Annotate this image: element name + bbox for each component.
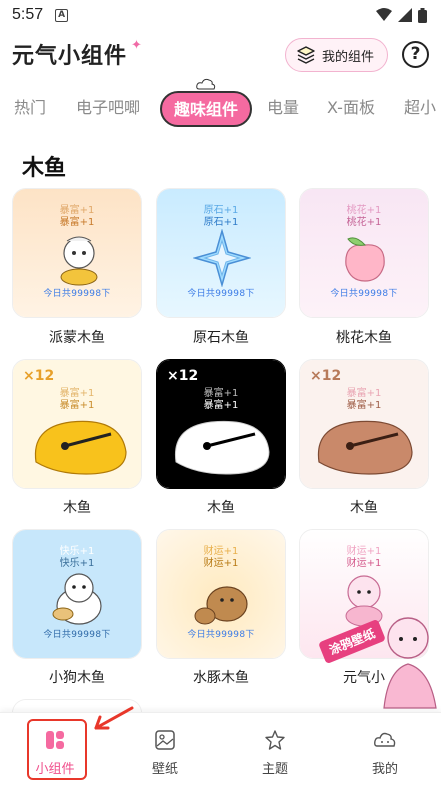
card-label: 桃花木鱼 [336,330,392,346]
section-title: 木鱼 [22,156,67,181]
count-text: 今日共99998下 [43,289,111,299]
sparkle-icon: ✦ [131,38,142,53]
tab-battery[interactable]: 电量 [267,88,299,128]
paimon-character-icon [60,236,98,286]
tab-fun-widgets[interactable]: 趣味组件 [160,91,253,127]
widget-card-paimon[interactable]: 暴富+1 暴富+1 今日共99998下 [12,188,142,318]
plus-text: 快乐+1 [59,558,95,569]
battery-icon [418,7,427,23]
plus-text: 财运+1 [203,558,239,569]
widget-card-fish-yellow[interactable]: ×12 暴富+1 暴富+1 [12,359,142,489]
plus-text: 财运+1 [346,558,382,569]
multiplier-text: ×12 [310,368,342,384]
theme-icon [265,730,285,750]
plus-text: 暴富+1 [59,400,95,411]
count-text: 今日共99998下 [187,630,255,640]
category-tabs: 热门 电子吧唧 趣味组件 电量 X-面板 超小 [0,88,441,130]
wooden-fish-icon [174,420,270,475]
card-label: 水豚木鱼 [193,670,249,686]
highlight-box [27,719,87,780]
nav-label: 我的 [371,762,398,777]
wooden-fish-icon [317,420,413,475]
status-time: 5:57 [12,6,44,23]
wallpaper-icon [155,730,175,750]
cloud-icon [196,78,216,90]
app-title: 元气小组件 [12,44,128,69]
red-arrow-icon [94,706,134,730]
my-widgets-label: 我的组件 [322,49,375,65]
notification-icon: A [55,8,69,22]
card-label: 派蒙木鱼 [49,330,105,346]
nav-theme[interactable]: 主题 [220,713,330,785]
help-button[interactable]: ? [402,41,429,68]
widget-card-primogem[interactable]: 原石+1 原石+1 今日共99998下 [156,188,286,318]
status-icons [376,7,427,23]
tab-hot[interactable]: 热门 [14,88,46,128]
multiplier-text: ×12 [167,368,199,384]
count-text: 今日共99998下 [187,289,255,299]
widget-card-fish-black[interactable]: ×12 暴富+1 暴富+1 [156,359,286,489]
my-widgets-button[interactable]: 我的组件 [285,38,388,72]
tab-electronic-badge[interactable]: 电子吧唧 [76,88,140,128]
card-label: 原石木鱼 [193,330,249,346]
wifi-icon [376,8,392,21]
tab-x-panel[interactable]: X-面板 [327,88,375,128]
multiplier-text: ×12 [23,368,55,384]
plus-text: 原石+1 [203,217,239,228]
nav-label: 主题 [261,762,288,777]
card-label: 木鱼 [63,500,91,516]
profile-icon [374,732,396,747]
peach-icon [345,237,385,282]
card-label: 木鱼 [350,500,378,516]
plus-text: 桃花+1 [346,217,382,228]
signal-icon [398,8,412,22]
card-label: 小狗木鱼 [49,670,105,686]
primogem-icon [193,229,251,287]
plus-text: 暴富+1 [59,217,95,228]
widget-card-capybara[interactable]: 财运+1 财运+1 今日共99998下 [156,529,286,659]
card-label: 木鱼 [207,500,235,516]
layers-icon [297,46,315,64]
count-text: 今日共99998下 [330,289,398,299]
plus-text: 暴富+1 [346,400,382,411]
wooden-fish-icon [34,420,127,475]
widget-card-fish-brown[interactable]: ×12 暴富+1 暴富+1 [299,359,429,489]
nav-profile[interactable]: 我的 [330,713,440,785]
tab-super-small[interactable]: 超小 [404,88,436,128]
widget-card-peach[interactable]: 桃花+1 桃花+1 今日共99998下 [299,188,429,318]
puppy-icon [52,573,102,625]
count-text: 今日共99998下 [43,630,111,640]
capybara-icon [194,586,248,625]
app-header: 元气小组件 ✦ 我的组件 ? [0,30,441,82]
nav-label: 壁纸 [151,762,178,777]
plus-text: 暴富+1 [203,400,239,411]
widget-card-puppy[interactable]: 快乐+1 快乐+1 今日共99998下 [12,529,142,659]
status-bar: 5:57 A [0,0,441,30]
